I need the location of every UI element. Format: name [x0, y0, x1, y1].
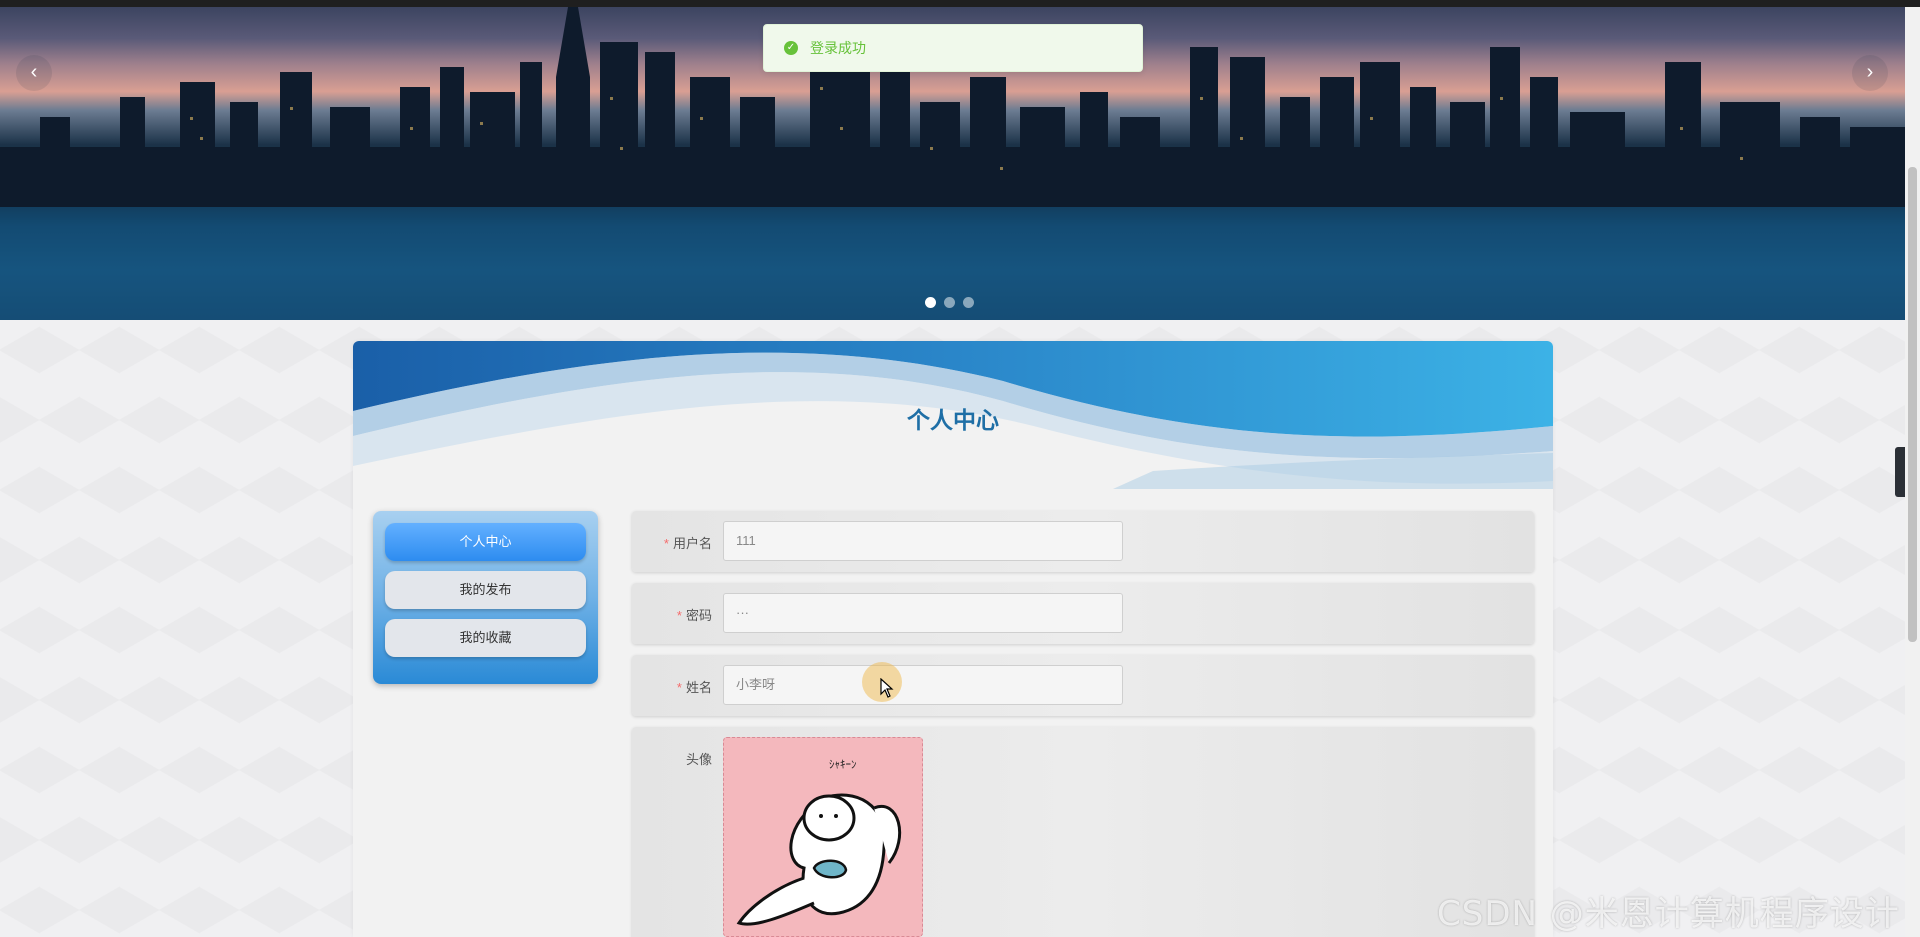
personal-center-panel: 个人中心 个人中心 我的发布 我的收藏 * 用户名 111 * 密码 ··· * 姓名… — [353, 341, 1553, 937]
form-row-avatar: 头像 ｼｬｷｰﾝ — [632, 727, 1534, 937]
password-label: * 密码 — [676, 608, 712, 623]
avatar-upload[interactable]: ｼｬｷｰﾝ — [723, 737, 923, 937]
password-input[interactable]: ··· — [723, 593, 1123, 633]
watermark-text: CSDN @米恩计算机程序设计 — [1437, 894, 1900, 934]
page-title: 个人中心 — [907, 407, 999, 433]
check-circle-icon: ✓ — [784, 41, 798, 55]
scrollbar-thumb[interactable] — [1908, 167, 1917, 642]
chevron-left-icon: ‹ — [30, 61, 38, 83]
success-toast: ✓ 登录成功 — [763, 24, 1143, 72]
top-bar — [0, 0, 1920, 7]
chevron-right-icon: › — [1866, 61, 1874, 83]
username-label: * 用户名 — [663, 536, 712, 551]
form-row-username: * 用户名 111 — [632, 511, 1534, 572]
carousel-prev-button[interactable]: ‹ — [16, 55, 52, 91]
avatar-caption: ｼｬｷｰﾝ — [829, 758, 857, 771]
name-input[interactable]: 小李呀 — [723, 665, 1123, 705]
form-row-name: * 姓名 小李呀 — [632, 655, 1534, 716]
form-row-password: * 密码 ··· — [632, 583, 1534, 644]
carousel-next-button[interactable]: › — [1852, 55, 1888, 91]
username-input[interactable]: 111 — [723, 521, 1123, 561]
carousel-dot-1[interactable] — [925, 297, 936, 308]
carousel-dot-3[interactable] — [963, 297, 974, 308]
page-scrollbar[interactable] — [1905, 7, 1920, 937]
menu-item-my-posts[interactable]: 我的发布 — [385, 571, 586, 609]
carousel-dot-2[interactable] — [944, 297, 955, 308]
toast-message: 登录成功 — [810, 40, 866, 56]
menu-item-my-favorites[interactable]: 我的收藏 — [385, 619, 586, 657]
name-label: * 姓名 — [676, 680, 712, 695]
mouse-pointer-icon — [880, 678, 894, 698]
avatar-image: ｼｬｷｰﾝ — [736, 758, 902, 926]
sidebar-menu: 个人中心 我的发布 我的收藏 — [373, 511, 598, 684]
menu-item-personal-center[interactable]: 个人中心 — [385, 523, 586, 561]
avatar-label: 头像 — [685, 752, 712, 767]
panel-header: 个人中心 — [353, 341, 1553, 489]
carousel-indicators — [925, 297, 974, 308]
